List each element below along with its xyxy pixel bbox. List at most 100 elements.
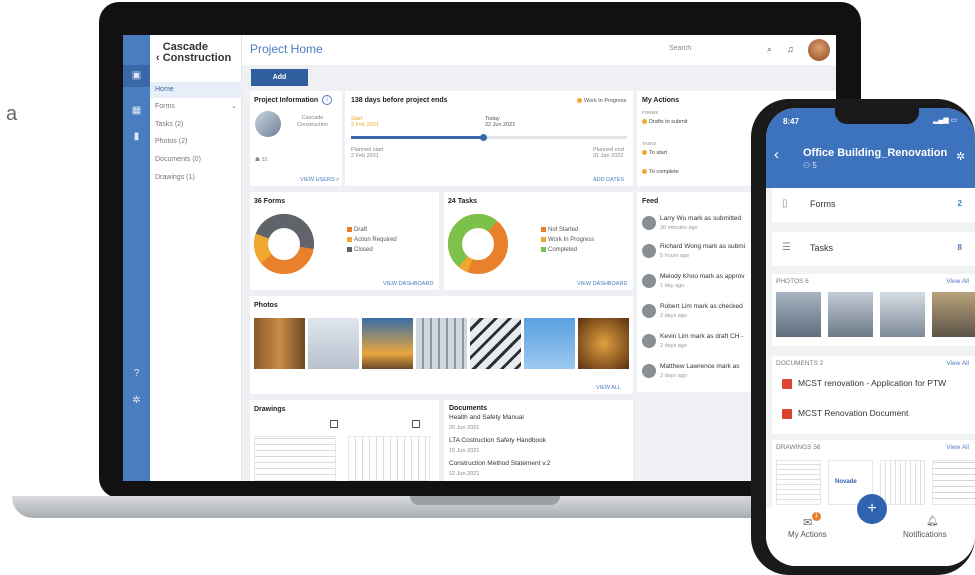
photo-thumbnail[interactable] (880, 292, 925, 337)
view-users-link[interactable]: VIEW USERS > (300, 177, 339, 183)
nav-home[interactable]: Home (150, 82, 242, 98)
gear-icon[interactable]: ✲ (956, 150, 965, 163)
dashboard-icon[interactable]: ▮ (131, 131, 142, 142)
feed-item[interactable]: Richard Wong mark as submi 5 hours ago (642, 242, 762, 266)
status-time: 8:47 (783, 117, 800, 126)
avatar (642, 274, 656, 288)
view-all-link[interactable]: View All (946, 360, 969, 367)
view-all-link[interactable]: View All (946, 278, 969, 285)
view-all-link[interactable]: View All (946, 444, 969, 451)
action-badge: 1 (812, 512, 821, 521)
view-all-link[interactable]: VIEW ALL (596, 385, 621, 391)
info-icon[interactable]: i (322, 95, 332, 105)
drawings-card: Drawings (250, 400, 439, 481)
photo-thumbnail[interactable] (416, 318, 467, 369)
card-title: 138 days before project ends (351, 97, 448, 104)
bell-icon[interactable]: ♫ (787, 44, 794, 54)
user-count: ⚇ 5 (803, 161, 817, 170)
inbox-icon[interactable]: ✉ (803, 516, 812, 529)
nav-photos[interactable]: Photos (2) (150, 134, 242, 150)
signal-battery-icon: ▂▄▆ ▭ (933, 117, 958, 124)
forms-chart-card: 36 Forms Draft Action Required Closed VI… (250, 192, 439, 290)
photo-thumbnail[interactable] (776, 292, 821, 337)
novade-logo: Novade (835, 479, 857, 485)
add-dates-link[interactable]: ADD DATES (593, 177, 624, 183)
help-icon[interactable]: ? (131, 368, 142, 379)
avatar (642, 334, 656, 348)
card-title: My Actions (642, 97, 680, 104)
feed-item[interactable]: Matthew Lawrence mark as 3 days ago (642, 362, 762, 386)
tab-my-actions[interactable]: My Actions (788, 530, 827, 539)
add-button[interactable]: Add (251, 69, 308, 86)
document-name[interactable]: LTA Costruction Safety Handbook (449, 437, 546, 444)
forms-row[interactable]: ▯ Forms 2 (772, 188, 975, 222)
photo-thumbnail[interactable] (470, 318, 521, 369)
drawing-thumbnail[interactable] (932, 460, 975, 505)
planned-start-date: 2 Feb 2021 (351, 153, 379, 159)
today-date: 22 Jun 2021 (485, 122, 516, 128)
page-title: Project Home (250, 42, 323, 56)
drawing-thumbnail[interactable] (880, 460, 925, 505)
photo-thumbnail[interactable] (308, 318, 359, 369)
photo-thumbnail[interactable] (578, 318, 629, 369)
search-input[interactable]: Search (669, 45, 691, 52)
checkbox[interactable] (412, 420, 420, 428)
avatar (642, 304, 656, 318)
project-nav: ‹ Cascade Construction Home Forms ⌄ Tasks… (150, 35, 242, 481)
document-name[interactable]: Health and Safety Manual (449, 414, 524, 421)
calendar-icon[interactable]: ▦ (131, 105, 142, 116)
card-title: Photos (254, 302, 278, 309)
home-icon[interactable]: ▣ (123, 65, 150, 87)
photo-thumbnail[interactable] (362, 318, 413, 369)
drafts-to-submit[interactable]: Drafts to submit (642, 119, 688, 125)
back-to-project[interactable]: ‹ Cascade Construction (156, 42, 231, 64)
view-dashboard-link[interactable]: VIEW DASHBOARD (383, 281, 433, 287)
user-icon: ⚇ (803, 161, 813, 170)
tab-notifications[interactable]: Notifications (903, 530, 947, 539)
avatar[interactable] (808, 39, 830, 61)
document-item[interactable]: MCST renovation - Application for PTW (782, 378, 946, 389)
photo-thumbnail[interactable] (524, 318, 575, 369)
document-item[interactable]: MCST Renovation Document (782, 408, 908, 419)
checkbox[interactable] (330, 420, 338, 428)
legend-draft: Draft (347, 225, 367, 235)
view-dashboard-link[interactable]: VIEW DASHBOARD (577, 281, 627, 287)
forms-donut (254, 214, 314, 274)
add-fab-button[interactable]: + (857, 494, 887, 524)
tasks-to-start[interactable]: To start (642, 150, 667, 156)
nav-documents[interactable]: Documents (0) (150, 152, 242, 168)
documents-card: Documents Health and Safety Manual 20 Ju… (444, 400, 633, 481)
bell-icon[interactable]: 🔔︎ (926, 516, 939, 527)
nav-forms[interactable]: Forms ⌄ (150, 99, 242, 115)
feed-item[interactable]: Kevin Lim mark as draft CH -2 days ago (642, 332, 762, 356)
drawing-thumbnail[interactable] (254, 436, 336, 481)
drawing-thumbnail[interactable] (776, 460, 821, 505)
back-arrow-icon[interactable]: ‹ (774, 146, 779, 163)
photo-thumbnail[interactable] (932, 292, 975, 337)
document-name[interactable]: Construction Method Statement v.2 (449, 460, 550, 467)
settings-icon[interactable]: ✲ (131, 395, 142, 406)
photo-thumbnail[interactable] (828, 292, 873, 337)
feed-item[interactable]: Melody Khoo mark as approv 1 day ago (642, 272, 762, 296)
today-marker (480, 134, 488, 141)
avatar (642, 244, 656, 258)
forms-section-label: FORMS (642, 110, 659, 115)
tasks-row[interactable]: ☰ Tasks 8 (772, 232, 975, 266)
nav-tasks[interactable]: Tasks (2) (150, 117, 242, 133)
card-title: 24 Tasks (448, 198, 478, 205)
photo-thumbnail[interactable] (254, 318, 305, 369)
tasks-to-complete[interactable]: To complete (642, 169, 679, 175)
card-title: Drawings (254, 406, 286, 413)
nav-drawings[interactable]: Drawings (1) (150, 170, 242, 186)
laptop-notch (410, 496, 560, 505)
tasks-section-label: TASKS (642, 141, 657, 146)
drawing-thumbnail[interactable] (348, 436, 430, 481)
feed-item[interactable]: Larry Wu mark as submitted 30 minutes ago (642, 214, 762, 238)
feed-item[interactable]: Robert Lim mark as checked 2 days ago (642, 302, 762, 326)
legend-completed: Completed (541, 245, 577, 255)
section-header: PHOTOS 6 (776, 278, 809, 285)
tasks-label: Tasks (810, 243, 834, 253)
section-header: DRAWINGS 56 (776, 444, 821, 451)
search-icon[interactable]: ⌕ (767, 44, 772, 55)
planned-end-date: 31 Jan 2022 (593, 153, 624, 159)
